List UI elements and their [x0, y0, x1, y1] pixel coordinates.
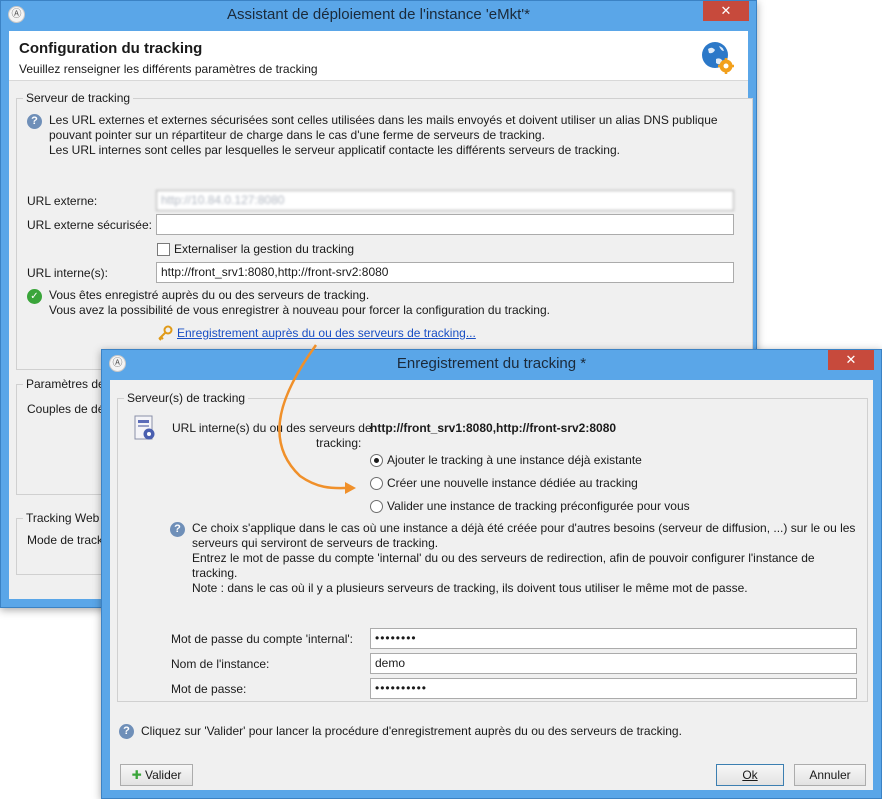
validate-icon: ✚ — [131, 768, 142, 782]
dialog-body: Serveur(s) de tracking URL interne(s) du… — [110, 380, 873, 790]
validate-button[interactable]: ✚ Valider — [120, 764, 193, 786]
register-link[interactable]: Enregistrement auprès du ou des serveurs… — [177, 326, 476, 340]
globe-gear-icon — [702, 42, 734, 74]
externalize-label: Externaliser la gestion du tracking — [174, 242, 355, 256]
internal-url-label: tracking: — [316, 436, 362, 450]
external-url-label: URL externe: — [27, 194, 98, 208]
secure-url-label: URL externe sécurisée: — [27, 218, 152, 232]
couples-label: Couples de dé — [27, 402, 105, 416]
ok-button[interactable]: Ok — [716, 764, 784, 786]
wizard-header: Configuration du tracking Veuillez rense… — [9, 31, 748, 81]
group-legend: Serveur(s) de tracking — [124, 391, 249, 405]
footer-help-text: Cliquez sur 'Valider' pour lancer la pro… — [141, 724, 682, 738]
radio-create-new-instance[interactable] — [370, 477, 383, 490]
help-text-line: Les URL externes et externes sécurisées … — [49, 113, 718, 127]
group-legend: Tracking Web — [23, 511, 103, 525]
cancel-button-label: Annuler — [809, 768, 851, 782]
internal-url-label: URL interne(s) du ou des serveurs de — [172, 421, 372, 435]
close-button[interactable]: ✕ — [828, 350, 874, 370]
internal-url-label: URL interne(s): — [27, 266, 108, 280]
externalize-checkbox[interactable] — [157, 243, 170, 256]
group-legend: Serveur de tracking — [23, 91, 134, 105]
help-icon: ? — [27, 114, 42, 129]
server-config-icon — [134, 415, 155, 440]
help-text-line: Les URL internes sont celles par lesquel… — [49, 143, 620, 157]
info-text-line: Entrez le mot de passe du compte 'intern… — [192, 551, 815, 565]
tracking-mode-label: Mode de track — [27, 533, 104, 547]
cancel-button[interactable]: Annuler — [794, 764, 866, 786]
tracking-registration-dialog: Ⓐ Enregistrement du tracking * ✕ Serveur… — [101, 349, 882, 799]
radio-label: Valider une instance de tracking préconf… — [387, 499, 690, 513]
check-icon: ✓ — [27, 289, 42, 304]
radio-validate-preconfigured-instance[interactable] — [370, 500, 383, 513]
info-text-line: tracking. — [192, 566, 238, 580]
validate-button-label: Valider — [144, 768, 182, 782]
help-icon: ? — [170, 522, 185, 537]
page-title: Configuration du tracking — [19, 40, 203, 57]
internal-url-value: http://front_srv1:8080,http://front-srv2… — [370, 421, 617, 435]
external-url-field[interactable]: http://10.84.0.127:8080 — [156, 190, 734, 211]
close-button[interactable]: ✕ — [703, 1, 749, 21]
instance-name-field[interactable]: demo — [370, 653, 857, 674]
info-text-line: serveurs qui serviront de serveurs de tr… — [192, 536, 439, 550]
info-text-line: Note : dans le cas où il y a plusieurs s… — [192, 581, 748, 595]
status-text-line: Vous avez la possibilité de vous enregis… — [49, 303, 550, 317]
key-icon — [158, 325, 173, 341]
tracking-server-group: Serveur de tracking ? Les URL externes e… — [16, 91, 753, 370]
password-field[interactable]: •••••••••• — [370, 678, 857, 699]
help-icon: ? — [119, 724, 134, 739]
internal-password-field[interactable]: •••••••• — [370, 628, 857, 649]
radio-label: Créer une nouvelle instance dédiée au tr… — [387, 476, 638, 490]
radio-label: Ajouter le tracking à une instance déjà … — [387, 453, 642, 467]
ok-button-label: Ok — [742, 768, 758, 782]
page-subtitle: Veuillez renseigner les différents param… — [19, 62, 318, 76]
password-label: Mot de passe: — [171, 682, 247, 696]
radio-add-to-existing-instance[interactable] — [370, 454, 383, 467]
title-bar[interactable]: Ⓐ Assistant de déploiement de l'instance… — [1, 1, 756, 29]
status-text-line: Vous êtes enregistré auprès du ou des se… — [49, 288, 370, 302]
tracking-servers-group: Serveur(s) de tracking URL interne(s) du… — [117, 391, 868, 702]
internal-password-label: Mot de passe du compte 'internal': — [171, 632, 354, 646]
window-title: Assistant de déploiement de l'instance '… — [227, 6, 530, 23]
help-text-line: pouvant pointer sur un répartiteur de ch… — [49, 128, 545, 142]
info-text-line: Ce choix s'applique dans le cas où une i… — [192, 521, 856, 535]
internal-url-field[interactable]: http://front_srv1:8080,http://front-srv2… — [156, 262, 734, 283]
group-legend: Paramètres de — [23, 377, 108, 391]
instance-name-label: Nom de l'instance: — [171, 657, 270, 671]
secure-url-field[interactable] — [156, 214, 734, 235]
title-bar[interactable]: Ⓐ Enregistrement du tracking * ✕ — [102, 350, 881, 378]
dialog-title: Enregistrement du tracking * — [396, 355, 587, 372]
